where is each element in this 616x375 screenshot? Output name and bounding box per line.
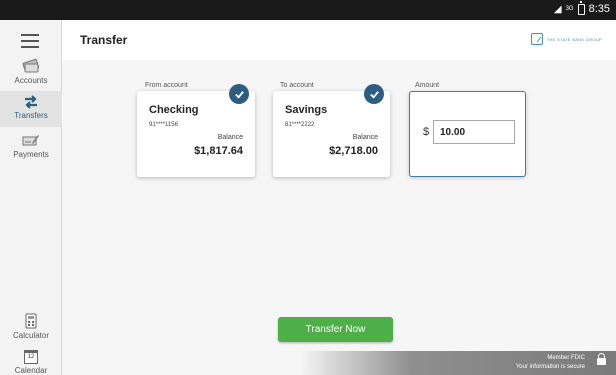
calendar-icon: 12: [0, 346, 62, 364]
transfer-now-button[interactable]: Transfer Now: [278, 317, 393, 342]
sidebar-item-transfers[interactable]: Transfers: [0, 91, 62, 127]
account-number: 81****2222: [285, 122, 315, 128]
account-name: Checking: [149, 104, 199, 116]
from-account-card[interactable]: Checking 91****1156 Balance $1,817.64: [137, 84, 255, 177]
status-icons: ◢ 3G 8:35: [553, 0, 610, 15]
main-content: From account Checking 91****1156 Balance…: [62, 60, 616, 375]
to-account-label: To account: [280, 82, 314, 89]
secure-info-text: Your information is secure: [515, 364, 585, 370]
balance-label: Balance: [352, 134, 378, 141]
logo-text: THE STATE BANK GROUP: [546, 36, 602, 42]
to-account-card[interactable]: Savings 81****2222 Balance $2,718.00: [273, 84, 390, 177]
signal-icon: ◢: [553, 3, 562, 15]
logo-mark-icon: [530, 33, 543, 45]
sidebar-item-label: Payments: [13, 150, 49, 159]
amount-card: $: [409, 91, 526, 177]
security-footer: Member FDIC Your information is secure: [300, 351, 616, 375]
calculator-icon: [0, 311, 62, 329]
sidebar-item-calendar[interactable]: 12 Calendar: [0, 346, 62, 375]
page-title: Transfer: [80, 33, 128, 47]
selected-check-icon: [229, 84, 249, 104]
amount-label: Amount: [415, 82, 440, 89]
member-fdic-text: Member FDIC: [547, 355, 585, 361]
bank-logo: THE STATE BANK GROUP: [530, 33, 602, 45]
calendar-day: 12: [24, 350, 38, 364]
sidebar: Accounts Transfers Payments Calculator 1…: [0, 20, 62, 375]
menu-icon[interactable]: [21, 34, 39, 48]
footer-text: Member FDIC Your information is secure: [516, 354, 585, 372]
sidebar-item-calculator[interactable]: Calculator: [0, 311, 62, 347]
account-balance: $2,718.00: [329, 145, 378, 157]
network-type: 3G: [565, 6, 574, 12]
battery-icon: [577, 0, 585, 15]
wallet-icon: [0, 56, 62, 74]
payment-check-icon: [0, 130, 62, 148]
balance-label: Balance: [217, 134, 243, 141]
amount-input[interactable]: [433, 120, 515, 144]
header: Transfer THE STATE BANK GROUP: [62, 20, 616, 60]
lock-icon: [597, 353, 606, 365]
status-bar: ◢ 3G 8:35: [0, 0, 616, 20]
account-balance: $1,817.64: [194, 145, 243, 157]
sidebar-item-payments[interactable]: Payments: [0, 130, 62, 166]
transfer-arrows-icon: [0, 91, 62, 109]
sidebar-item-accounts[interactable]: Accounts: [0, 56, 62, 92]
sidebar-item-label: Calculator: [12, 331, 49, 340]
selected-check-icon: [364, 84, 384, 104]
from-account-label: From account: [145, 82, 188, 89]
status-time: 8:35: [588, 3, 610, 15]
account-name: Savings: [285, 104, 328, 116]
sidebar-item-label: Transfers: [14, 111, 48, 120]
currency-symbol: $: [423, 126, 430, 138]
sidebar-item-label: Accounts: [14, 76, 48, 85]
account-number: 91****1156: [149, 122, 178, 128]
sidebar-item-label: Calendar: [14, 366, 48, 375]
